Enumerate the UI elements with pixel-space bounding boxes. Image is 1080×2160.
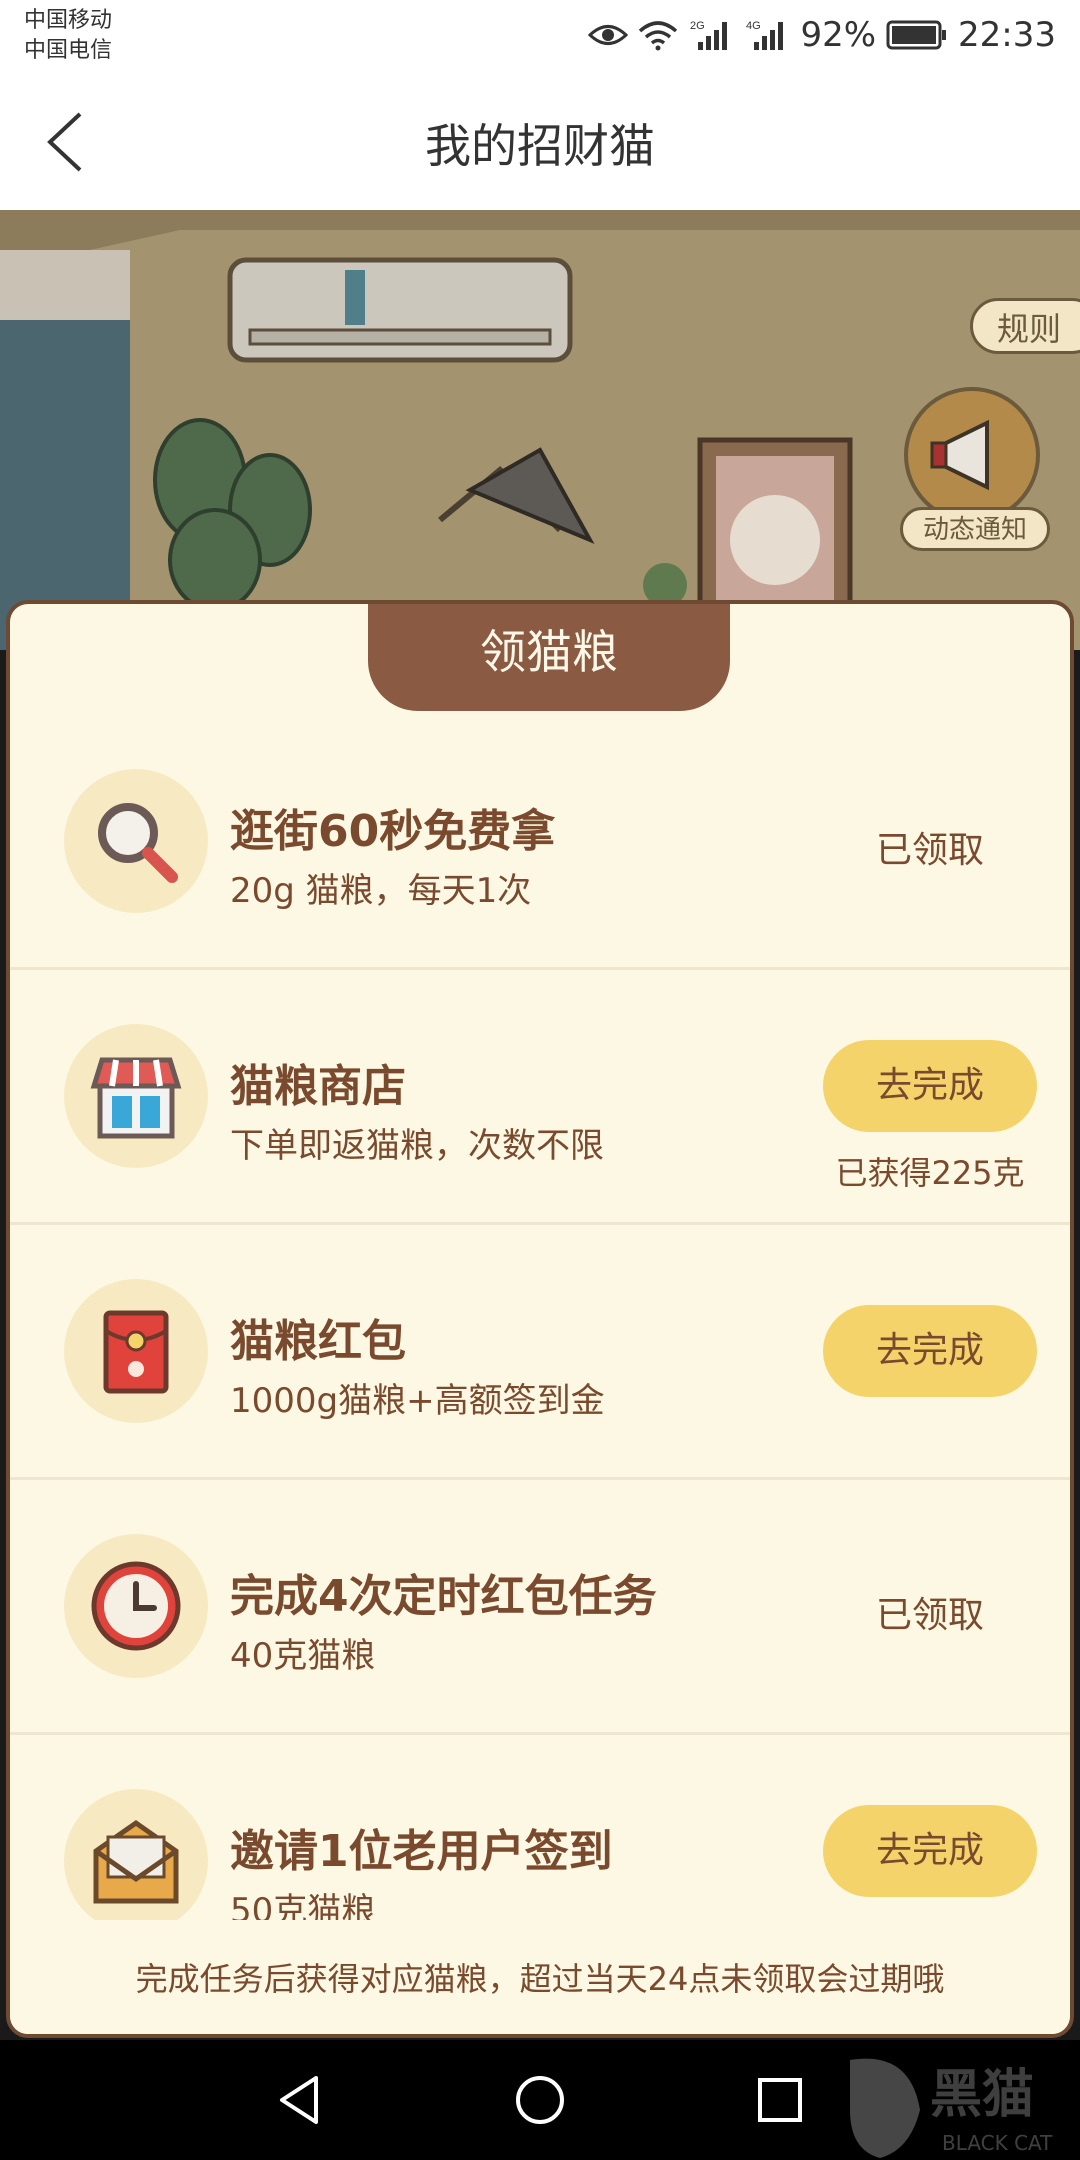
status-icons: 2G 4G 92% 22:33 bbox=[588, 10, 1056, 60]
expiry-note: 完成任务后获得对应猫粮，超过当天24点未领取会过期哦 bbox=[10, 1920, 1070, 2034]
envelope-icon bbox=[93, 1819, 179, 1904]
task-subtitle: 1000g猫粮+高额签到金 bbox=[230, 1381, 605, 1421]
shop-icon bbox=[90, 1057, 182, 1139]
home-circle-icon[interactable] bbox=[510, 2070, 570, 2130]
eye-icon bbox=[588, 25, 629, 45]
go-complete-button[interactable]: 去完成 bbox=[823, 1305, 1037, 1397]
back-triangle-icon[interactable] bbox=[270, 2070, 330, 2130]
task-item: 完成4次定时红包任务 40克猫粮 已领取 bbox=[10, 1480, 1070, 1735]
earned-amount: 已获得225克 bbox=[835, 1154, 1025, 1192]
task-icon-wrap bbox=[64, 1789, 208, 1933]
red-envelope-icon bbox=[103, 1310, 169, 1394]
page-title: 我的招财猫 bbox=[425, 119, 655, 173]
megaphone-icon bbox=[904, 387, 1040, 523]
carrier-2: 中国电信 bbox=[24, 38, 113, 63]
cat-room-scene: 规则 动态通知 bbox=[0, 210, 1080, 650]
panel-tab-title: 领猫粮 bbox=[368, 604, 730, 711]
task-subtitle: 40克猫粮 bbox=[230, 1636, 376, 1676]
claimed-status: 已领取 bbox=[875, 1595, 984, 1636]
svg-text:黑猫: 黑猫 bbox=[930, 2065, 1034, 2125]
task-item: 猫粮红包 1000g猫粮+高额签到金 去完成 bbox=[10, 1225, 1070, 1480]
svg-text:BLACK CAT: BLACK CAT bbox=[942, 2131, 1053, 2155]
go-complete-button[interactable]: 去完成 bbox=[823, 1040, 1037, 1132]
task-title: 邀请1位老用户签到 bbox=[230, 1826, 613, 1877]
task-icon-wrap bbox=[64, 1024, 208, 1168]
go-complete-button[interactable]: 去完成 bbox=[823, 1805, 1037, 1897]
rules-button[interactable]: 规则 bbox=[970, 298, 1080, 354]
task-icon-wrap bbox=[64, 769, 208, 913]
task-title: 逛街60秒免费拿 bbox=[230, 806, 556, 857]
task-subtitle: 20g 猫粮，每天1次 bbox=[230, 871, 532, 911]
magnifier-icon bbox=[98, 803, 178, 883]
task-title: 猫粮红包 bbox=[230, 1316, 406, 1367]
signal-4g-icon: 4G bbox=[746, 20, 784, 50]
task-title: 完成4次定时红包任务 bbox=[230, 1571, 657, 1622]
task-subtitle: 下单即返猫粮，次数不限 bbox=[230, 1126, 604, 1166]
battery-icon bbox=[886, 20, 947, 50]
svg-text:4G: 4G bbox=[746, 20, 761, 32]
battery-percent: 92% bbox=[800, 15, 877, 55]
app-header: 我的招财猫 bbox=[0, 70, 1080, 210]
status-bar: 中国移动 中国电信 2G 4G 92% 22:33 bbox=[0, 0, 1080, 70]
carrier-1: 中国移动 bbox=[24, 8, 113, 33]
task-item: 逛街60秒免费拿 20g 猫粮，每天1次 已领取 bbox=[10, 715, 1070, 970]
svg-text:2G: 2G bbox=[690, 20, 705, 32]
task-title: 猫粮商店 bbox=[230, 1061, 406, 1112]
clock-time: 22:33 bbox=[958, 15, 1056, 55]
task-icon-wrap bbox=[64, 1279, 208, 1423]
task-icon-wrap bbox=[64, 1534, 208, 1678]
black-cat-watermark-logo: 黑猫 BLACK CAT bbox=[850, 2058, 1053, 2158]
notice-label[interactable]: 动态通知 bbox=[900, 507, 1050, 551]
carrier-info: 中国移动 中国电信 bbox=[24, 6, 112, 66]
wifi-icon bbox=[639, 21, 678, 51]
clock-icon bbox=[91, 1561, 181, 1651]
cat-food-panel: 领猫粮 逛街60秒免费拿 20g 猫粮，每天1次 已领取 猫粮商店 下单即返猫粮… bbox=[6, 600, 1074, 2038]
task-item: 猫粮商店 下单即返猫粮，次数不限 去完成 已获得225克 bbox=[10, 970, 1070, 1225]
signal-2g-icon: 2G bbox=[690, 20, 728, 50]
recents-square-icon[interactable] bbox=[750, 2070, 810, 2130]
claimed-status: 已领取 bbox=[875, 830, 984, 871]
